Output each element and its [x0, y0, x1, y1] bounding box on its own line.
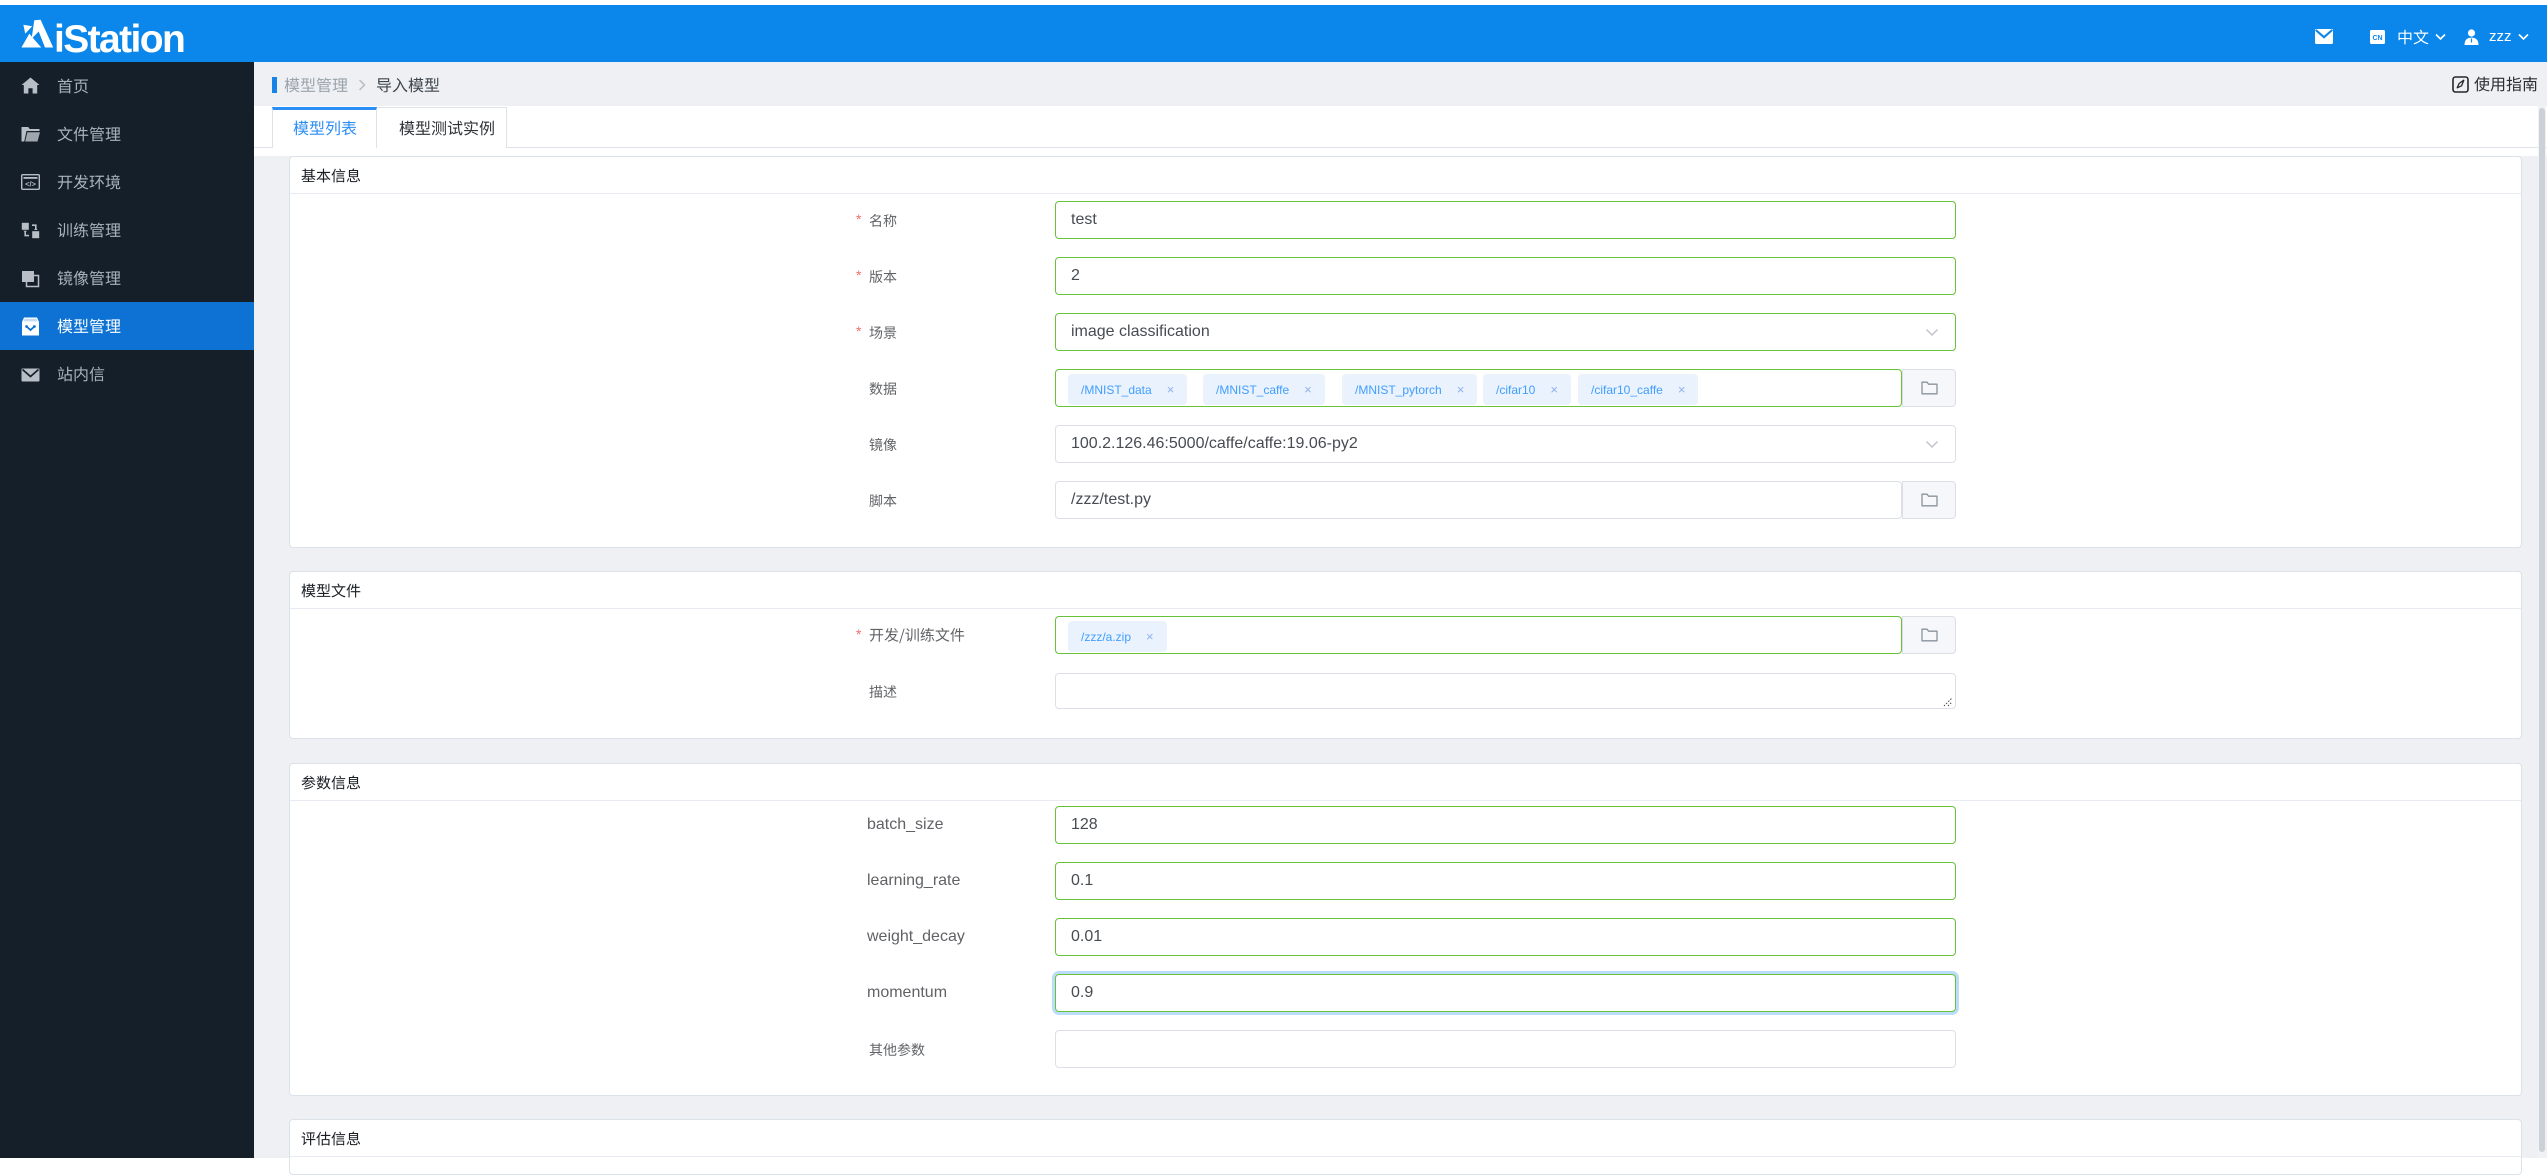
svg-text:</>: </>: [25, 180, 36, 189]
svg-text:CN: CN: [2372, 35, 2382, 42]
